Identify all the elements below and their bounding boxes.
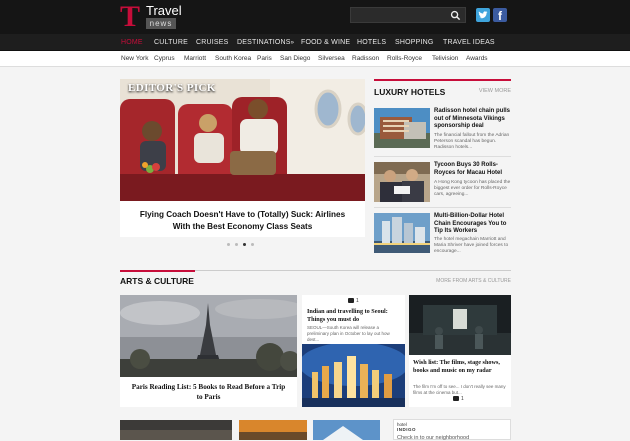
nav-food-wine[interactable]: FOOD & WINE [301, 34, 350, 51]
arts-culture-title[interactable]: ARTS & CULTURE [120, 276, 194, 286]
nav-home[interactable]: HOME [121, 34, 143, 51]
editors-pick-image[interactable]: EDITOR'S PICK [120, 79, 365, 201]
editors-pick-label: EDITOR'S PICK [128, 82, 216, 94]
chevron-right-icon: » [290, 40, 295, 46]
subnav-item[interactable]: New York [121, 51, 148, 67]
nav-travel-ideas[interactable]: TRAVEL IDEAS [443, 34, 495, 51]
divider [374, 156, 511, 157]
seoul-excerpt: SEOUL—South Korea will release a prelimi… [307, 325, 390, 342]
luxury-item-image[interactable] [374, 108, 430, 148]
twitter-icon[interactable] [476, 8, 490, 22]
bottom-thumbnail[interactable] [120, 420, 232, 440]
editors-pick-title[interactable]: Flying Coach Doesn't Have to (Totally) S… [120, 209, 365, 233]
search-input[interactable] [355, 9, 445, 21]
hotel-indigo-logo: hotel INDIGO [397, 422, 416, 432]
paris-title-line: Paris Reading List: 5 Books to Read Befo… [131, 383, 286, 391]
paris-image[interactable] [120, 295, 297, 377]
luxury-item-image[interactable] [374, 162, 430, 202]
wish-list-image[interactable] [409, 295, 511, 355]
subnav-item[interactable]: South Korea [215, 51, 251, 67]
search-icon[interactable] [450, 10, 461, 21]
logo-name[interactable]: Travel [146, 4, 182, 18]
wish-list-excerpt: The film I'm off to see... I don't reall… [413, 384, 506, 395]
bottom-thumbnail[interactable] [313, 420, 380, 440]
subnav-item[interactable]: San Diego [280, 51, 310, 67]
luxury-hotels-title[interactable]: LUXURY HOTELS [374, 87, 445, 97]
paris-title[interactable]: Paris Reading List: 5 Books to Read Befo… [120, 383, 297, 402]
sub-nav: New York Cyprus Marriott South Korea Par… [0, 51, 630, 67]
nav-destinations[interactable]: DESTINATIONS» [237, 34, 294, 51]
luxury-item[interactable]: Tycoon Buys 30 Rolls-Royces for Macau Ho… [374, 162, 511, 208]
subnav-item[interactable]: Telivision [432, 51, 458, 67]
comment-count-value: 1 [356, 298, 359, 304]
slider-dot[interactable] [251, 243, 254, 246]
nav-culture[interactable]: CULTURE [154, 34, 188, 51]
main-nav: HOME CULTURE CRUISES DESTINATIONS» FOOD … [0, 34, 630, 51]
luxury-item-text: The financial fallout from the Adrian Pe… [434, 133, 510, 150]
section-accent-line [120, 270, 195, 272]
divider [374, 207, 511, 208]
logo-letter[interactable]: T [120, 2, 140, 32]
divider [195, 270, 511, 271]
subnav-item[interactable]: Cyprus [154, 51, 175, 67]
hotel-indigo-logo-bottom: INDIGO [397, 427, 417, 432]
subnav-item[interactable]: Paris [257, 51, 272, 67]
paris-title-line: to Paris [196, 392, 221, 401]
subnav-item[interactable]: Marriott [184, 51, 206, 67]
hotel-indigo-text: Check in to our neighborhood [397, 435, 470, 441]
hotel-indigo-ad[interactable]: hotel INDIGO Check in to our neighborhoo… [393, 419, 511, 441]
nav-hotels[interactable]: HOTELS [357, 34, 386, 51]
luxury-item-title[interactable]: Multi-Billion-Dollar Hotel Chain Encoura… [434, 213, 511, 236]
luxury-item-image[interactable] [374, 213, 430, 253]
arts-culture-header: ARTS & CULTURE MORE FROM ARTS & CULTURE [120, 270, 511, 286]
slider-dot[interactable] [227, 243, 230, 246]
view-more-link[interactable]: VIEW MORE [479, 88, 511, 94]
luxury-item-text: The hotel megachain Marriott and Maria S… [434, 237, 509, 254]
paris-reading-card[interactable]: Paris Reading List: 5 Books to Read Befo… [120, 295, 297, 407]
search-box[interactable] [350, 7, 466, 23]
more-arts-link[interactable]: MORE FROM ARTS & CULTURE [436, 278, 511, 284]
seoul-card[interactable]: 1 Indian and travelling to Seoul: Things… [302, 295, 405, 407]
nav-destinations-label: DESTINATIONS [237, 39, 291, 46]
comment-count[interactable]: 1 [348, 298, 359, 304]
luxury-item-title[interactable]: Radisson hotel chain pulls out of Minnes… [434, 108, 511, 131]
seoul-image[interactable] [302, 344, 405, 407]
logo-tagline: news [146, 18, 176, 29]
top-bar: T Travel news f [0, 0, 630, 34]
seoul-title[interactable]: Indian and travelling to Seoul: Things y… [307, 308, 402, 324]
luxury-item-text: A Hong Kong tycoon has placed the bigges… [434, 180, 511, 197]
wish-list-title[interactable]: Wish list: The films, stage shows, books… [413, 359, 509, 375]
subnav-item[interactable]: Radisson [352, 51, 379, 67]
luxury-item[interactable]: Radisson hotel chain pulls out of Minnes… [374, 108, 511, 154]
comment-count-value: 1 [461, 396, 464, 402]
subnav-item[interactable]: Awards [466, 51, 488, 67]
luxury-hotels-header: LUXURY HOTELS VIEW MORE [374, 79, 511, 99]
comment-icon [348, 298, 354, 304]
slider-dot-active[interactable] [243, 243, 246, 246]
editors-pick-card[interactable]: EDITOR'S PICK Flying Coach Doesn't Have … [120, 79, 365, 237]
editors-pick-title-line: With the Best Economy Class Seats [172, 222, 313, 231]
facebook-icon[interactable]: f [493, 8, 507, 23]
subnav-item[interactable]: Rolls-Royce [387, 51, 422, 67]
comment-icon [453, 396, 459, 402]
subnav-item[interactable]: Silversea [318, 51, 345, 67]
bottom-thumbnail[interactable] [239, 420, 307, 440]
slider-dot[interactable] [235, 243, 238, 246]
luxury-item-title[interactable]: Tycoon Buys 30 Rolls-Royces for Macau Ho… [434, 162, 511, 177]
nav-cruises[interactable]: CRUISES [196, 34, 229, 51]
wish-list-card[interactable]: Wish list: The films, stage shows, books… [409, 295, 511, 407]
luxury-item[interactable]: Multi-Billion-Dollar Hotel Chain Encoura… [374, 213, 511, 259]
comment-count[interactable]: 1 [453, 396, 464, 402]
nav-shopping[interactable]: SHOPPING [395, 34, 434, 51]
editors-pick-title-line: Flying Coach Doesn't Have to (Totally) S… [139, 210, 346, 219]
